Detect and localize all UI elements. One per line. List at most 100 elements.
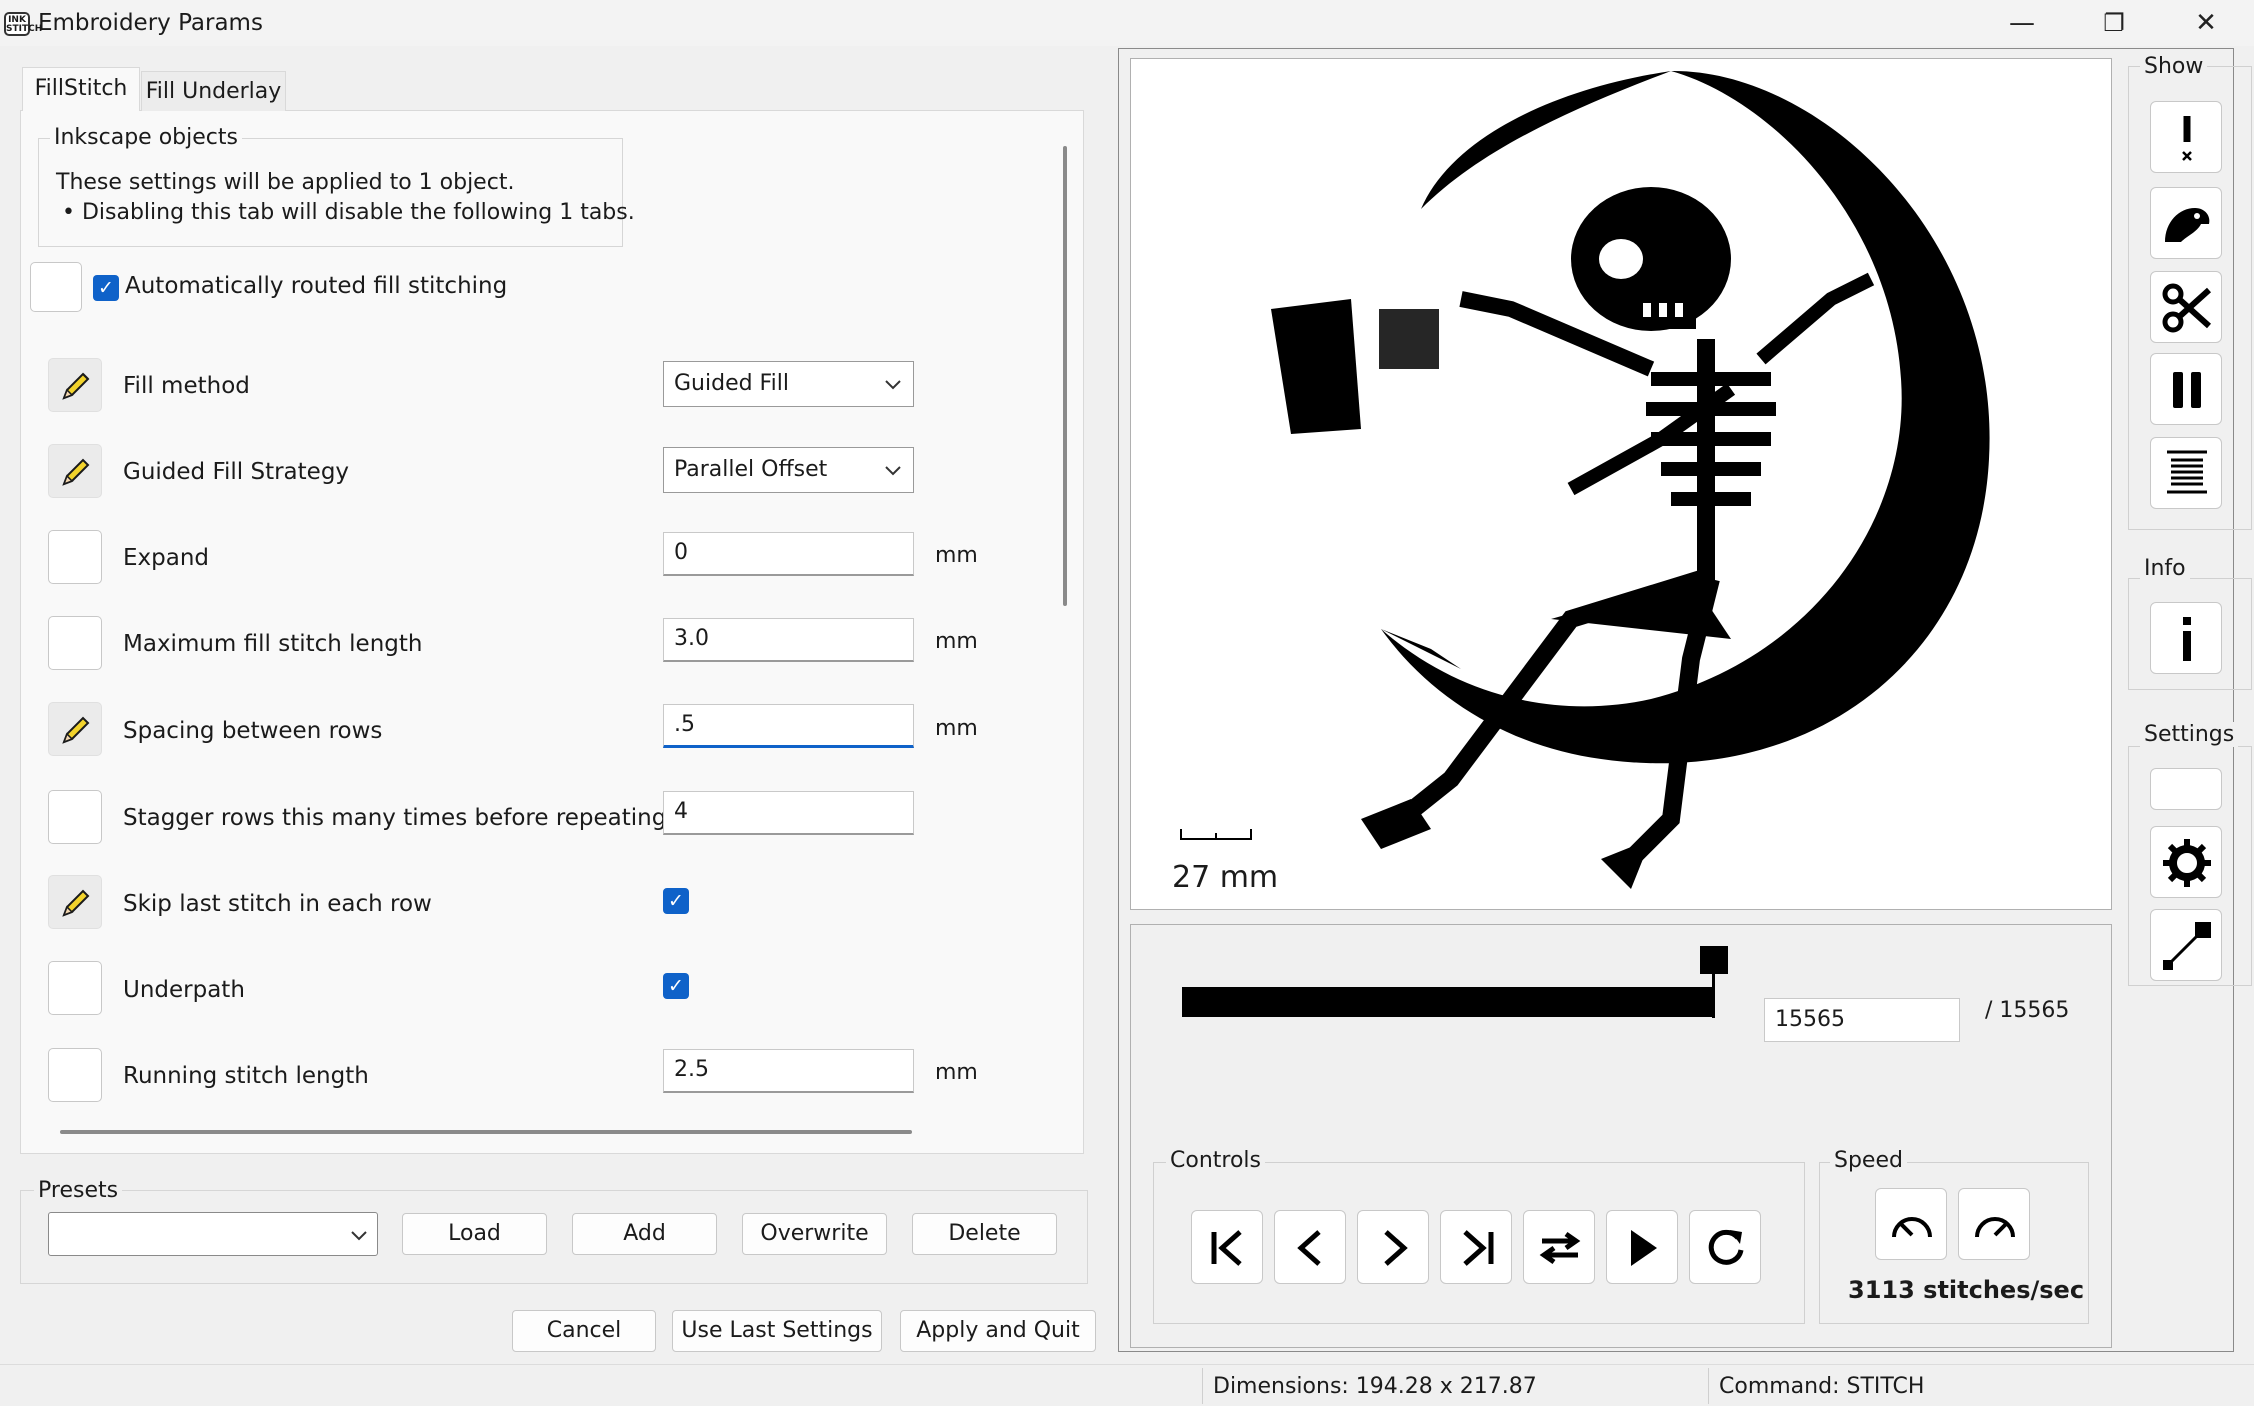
inkscape-objects-line1: These settings will be applied to 1 obje… [56,170,515,195]
preset-add-button[interactable]: Add [572,1213,717,1255]
row-spacing-input[interactable]: .5 [663,704,914,748]
skip-last-stitch-checkbox[interactable]: ✓ [663,888,689,914]
stitch-preview-canvas[interactable] [1130,58,2112,910]
thread-spool-icon [2167,450,2207,494]
go-to-start-button[interactable] [1191,1210,1263,1284]
chevron-right-icon [1384,1230,1408,1266]
max-fill-stitch-length-unit: mm [935,629,978,654]
stagger-rows-input[interactable]: 4 [663,791,914,835]
current-stitch-input[interactable]: 15565 [1764,998,1960,1042]
chevron-down-icon [885,380,901,390]
skip-to-start-icon [1211,1230,1242,1266]
stitch-slider-track[interactable] [1182,987,1714,1017]
underpath-default-button[interactable] [48,961,102,1015]
auto-routed-checkbox[interactable]: ✓ [93,275,119,301]
speed-readout: 3113 stitches/sec [1848,1276,2085,1304]
restore-button[interactable]: ❐ [2068,0,2160,46]
stagger-rows-default-button[interactable] [48,790,102,844]
cancel-button[interactable]: Cancel [512,1310,656,1352]
settings-title: Settings [2140,722,2239,747]
scissors-icon [2162,283,2212,333]
minimize-button[interactable]: — [1976,0,2068,46]
running-stitch-length-label: Running stitch length [123,1063,369,1089]
auto-routed-label: Automatically routed fill stitching [125,273,508,299]
info-icon [2183,617,2191,661]
frog-icon [2165,208,2210,242]
total-stitches-label: / 15565 [1985,998,2070,1023]
running-stitch-length-default-button[interactable] [48,1048,102,1102]
guided-fill-strategy-edited-button[interactable] [48,444,102,498]
slow-down-button[interactable] [1875,1188,1947,1260]
settings-button[interactable] [2150,826,2222,898]
play-button[interactable] [1606,1210,1678,1284]
preset-delete-button[interactable]: Delete [912,1213,1057,1255]
skip-last-stitch-label: Skip last stitch in each row [123,891,432,917]
app-icon: INK STITCH [4,12,42,36]
max-fill-stitch-length-input[interactable]: 3.0 [663,618,914,662]
tab-fillstitch[interactable]: FillStitch [22,67,140,111]
play-icon [1631,1230,1657,1266]
pause-icon [2173,372,2201,408]
expand-label: Expand [123,545,210,571]
go-to-end-button[interactable] [1440,1210,1512,1284]
fast-gauge-icon [1975,1217,2015,1238]
fill-method-edited-button[interactable] [48,358,102,412]
speed-title: Speed [1830,1148,1907,1173]
expand-default-button[interactable] [48,530,102,584]
scale-label: 27 mm [1172,860,1279,895]
vertical-scrollbar[interactable] [1063,146,1067,606]
show-stops-button[interactable] [2150,353,2222,425]
reverse-direction-button[interactable] [1523,1210,1595,1284]
fill-method-select[interactable]: Guided Fill [663,361,914,407]
expand-unit: mm [935,543,978,568]
close-button[interactable]: ✕ [2160,0,2252,46]
fill-method-label: Fill method [123,373,250,399]
tab-fill-underlay[interactable]: Fill Underlay [141,71,286,111]
step-back-button[interactable] [1274,1210,1346,1284]
show-color-changes-button[interactable] [2150,437,2222,509]
horizontal-scrollbar[interactable] [60,1130,912,1134]
expand-input[interactable]: 0 [663,532,914,576]
fullscreen-button[interactable] [2150,909,2222,981]
row-spacing-unit: mm [935,716,978,741]
row-spacing-edited-button[interactable] [48,702,102,756]
fill-method-value: Guided Fill [674,371,789,396]
inkscape-objects-title: Inkscape objects [50,125,242,150]
show-errors-button[interactable] [2150,101,2222,173]
underpath-label: Underpath [123,977,245,1003]
color-swatch-button[interactable] [2150,768,2222,810]
title-bar [0,0,2254,46]
max-fill-stitch-length-label: Maximum fill stitch length [123,631,423,657]
stitch-slider-pin [1712,972,1715,1018]
guided-fill-strategy-select[interactable]: Parallel Offset [663,447,914,493]
pencil-icon [62,716,90,744]
skip-to-end-icon [1463,1230,1494,1266]
use-last-settings-button[interactable]: Use Last Settings [672,1310,882,1352]
chevron-down-icon [351,1231,367,1241]
running-stitch-length-unit: mm [935,1060,978,1085]
expand-diagonal-icon [2163,922,2211,970]
window-title: Embroidery Params [38,10,263,36]
step-forward-button[interactable] [1357,1210,1429,1284]
show-trims-button[interactable] [2150,271,2222,343]
embroidery-preview-image [1180,70,1990,889]
max-fill-stitch-length-default-button[interactable] [48,616,102,670]
show-jumps-button[interactable] [2150,187,2222,259]
running-stitch-length-input[interactable]: 2.5 [663,1049,914,1093]
auto-routed-toggle-button[interactable] [30,262,82,312]
skip-last-stitch-edited-button[interactable] [48,875,102,929]
preset-overwrite-button[interactable]: Overwrite [742,1213,887,1255]
restart-button[interactable] [1689,1210,1761,1284]
swap-arrows-icon [1539,1231,1581,1265]
underpath-checkbox[interactable]: ✓ [663,973,689,999]
pencil-icon [62,372,90,400]
inkscape-objects-line2: • Disabling this tab will disable the fo… [62,200,635,225]
status-separator [1202,1368,1203,1404]
preset-load-button[interactable]: Load [402,1213,547,1255]
gear-icon [2163,839,2211,887]
apply-and-quit-button[interactable]: Apply and Quit [900,1310,1096,1352]
speed-up-button[interactable] [1958,1188,2030,1260]
info-button[interactable] [2150,602,2222,674]
stitch-slider-handle[interactable] [1700,946,1728,974]
preset-select[interactable] [48,1212,378,1256]
